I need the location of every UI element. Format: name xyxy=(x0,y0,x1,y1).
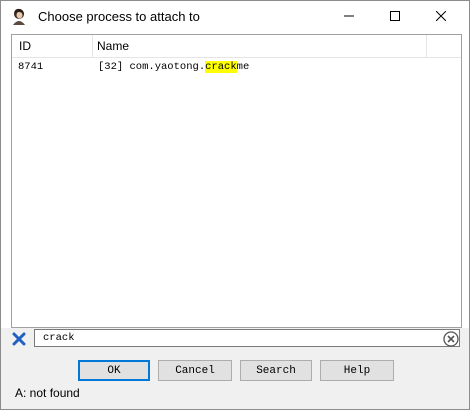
process-id: 8741 xyxy=(18,61,44,73)
help-button[interactable]: Help xyxy=(320,360,394,381)
search-input[interactable] xyxy=(34,329,460,347)
process-name-prefix: [32] com.yaotong. xyxy=(98,61,206,73)
avatar-icon xyxy=(10,7,28,25)
quick-search-bar xyxy=(1,328,469,350)
status-text: A: not found xyxy=(15,386,80,400)
maximize-button[interactable] xyxy=(372,1,418,31)
process-name: [32] com.yaotong.crackme xyxy=(98,59,249,75)
circle-close-icon[interactable] xyxy=(443,331,459,347)
column-divider[interactable] xyxy=(92,35,93,57)
button-bar: OK Cancel Search Help A: not found xyxy=(1,350,469,409)
column-divider[interactable] xyxy=(426,35,427,57)
table-row[interactable]: 8741 [32] com.yaotong.crackme xyxy=(12,59,461,75)
search-match-highlight: crack xyxy=(205,61,237,73)
table-header: ID Name xyxy=(12,35,461,58)
title-bar[interactable]: Choose process to attach to xyxy=(1,1,469,31)
clear-x-icon[interactable] xyxy=(12,332,26,346)
maximize-icon xyxy=(390,11,400,21)
window-title: Choose process to attach to xyxy=(38,9,200,24)
search-button[interactable]: Search xyxy=(240,360,312,381)
close-icon xyxy=(436,11,446,21)
column-header-id[interactable]: ID xyxy=(19,35,31,57)
process-name-suffix: me xyxy=(236,61,250,73)
cancel-button[interactable]: Cancel xyxy=(158,360,232,381)
process-list[interactable]: ID Name 8741 [32] com.yaotong.crackme xyxy=(11,34,462,328)
ok-button[interactable]: OK xyxy=(78,360,150,381)
attach-process-dialog: Choose process to attach to ID Name 8741… xyxy=(0,0,470,410)
column-header-name[interactable]: Name xyxy=(97,35,129,57)
minimize-icon xyxy=(344,15,354,17)
minimize-button[interactable] xyxy=(326,1,372,31)
close-button[interactable] xyxy=(418,1,464,31)
